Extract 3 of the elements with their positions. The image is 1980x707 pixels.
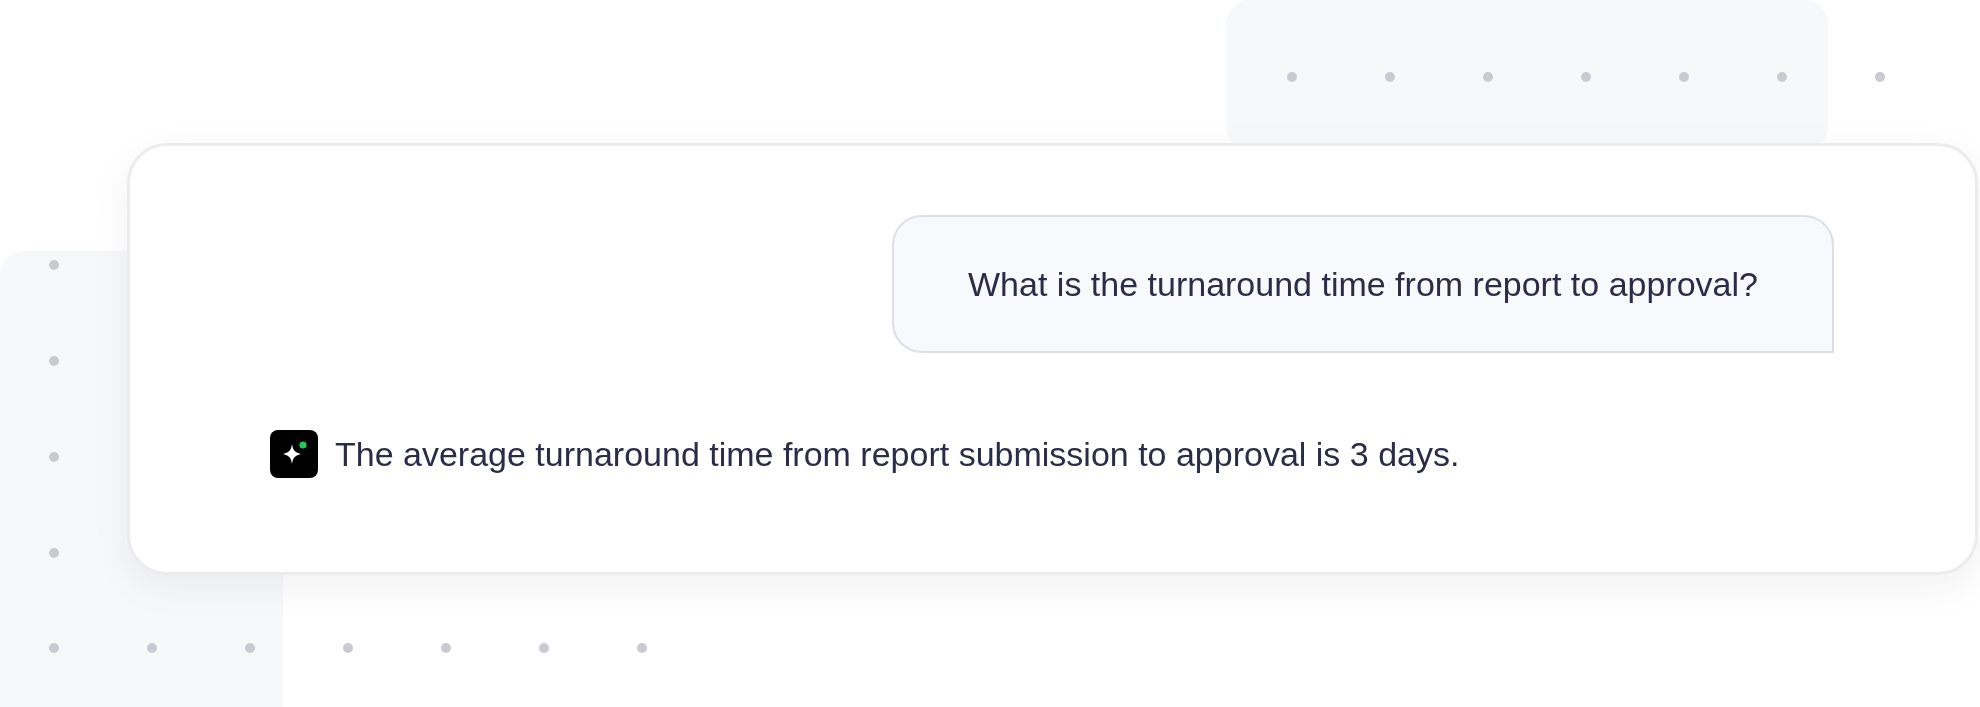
assistant-message-text: The average turnaround time from report submission to approval is 3 days. (335, 434, 1460, 475)
user-message-text: What is the turnaround time from report to approval? (968, 264, 1758, 305)
sparkle-icon (270, 430, 318, 478)
